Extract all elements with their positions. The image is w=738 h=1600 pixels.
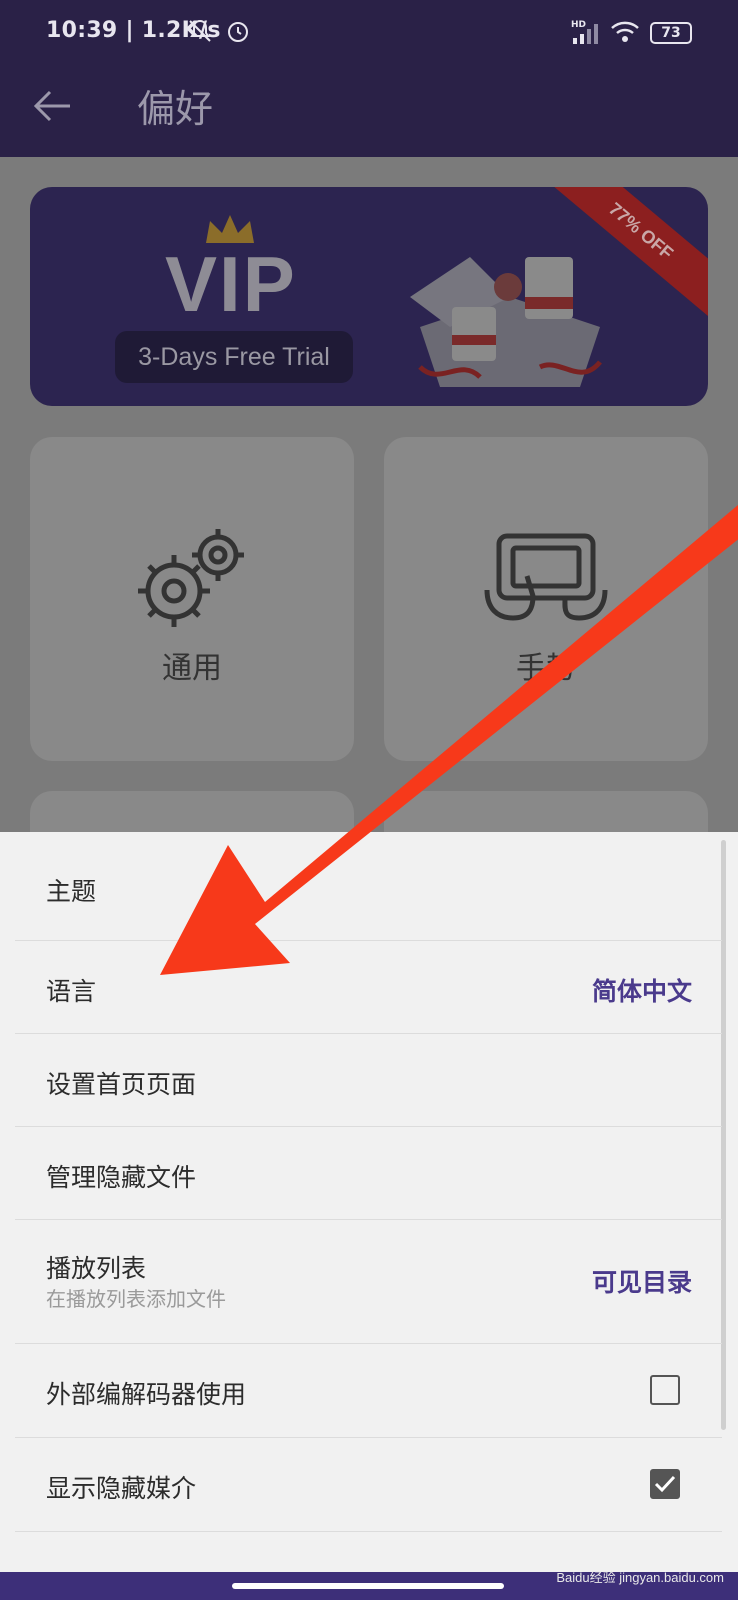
row-playlist-value: 可见目录 xyxy=(591,1268,692,1297)
settings-sheet: 主题 语言 简体中文 设置首页页面 管理隐藏文件 播放列表 在播放列表添加文件 … xyxy=(0,832,738,1572)
checkmark-icon xyxy=(654,1475,676,1493)
free-trial-button[interactable]: 3-Days Free Trial xyxy=(115,331,353,383)
row-home-page-label: 设置首页页面 xyxy=(46,1070,197,1099)
row-theme-label: 主题 xyxy=(46,877,97,906)
signal-icon xyxy=(573,24,598,44)
battery-level: 73 xyxy=(661,25,681,41)
row-theme[interactable]: 主题 xyxy=(15,832,722,941)
row-show-hidden-media-label: 显示隐藏媒介 xyxy=(46,1474,197,1503)
tile-general[interactable]: 通用 xyxy=(30,437,354,761)
battery-icon: 73 xyxy=(650,22,692,44)
row-language-value: 简体中文 xyxy=(591,977,692,1006)
gesture-icon xyxy=(484,533,608,621)
row-playlist-label: 播放列表 xyxy=(46,1254,147,1283)
tile-gesture[interactable]: 手势 xyxy=(384,437,708,761)
row-playlist[interactable]: 播放列表 在播放列表添加文件 可见目录 xyxy=(15,1219,722,1344)
row-partial[interactable] xyxy=(15,1531,722,1572)
row-playlist-sublabel: 在播放列表添加文件 xyxy=(46,1287,226,1311)
vip-label: VIP xyxy=(165,240,297,328)
home-handle[interactable] xyxy=(232,1583,504,1589)
row-language-label: 语言 xyxy=(46,977,97,1006)
row-language[interactable]: 语言 简体中文 xyxy=(15,940,722,1034)
wifi-icon xyxy=(611,21,639,42)
row-external-codec-label: 外部编解码器使用 xyxy=(46,1380,247,1409)
top-bar: 10:39 | 1.2K/s HD 73 偏好 xyxy=(0,0,738,157)
mute-bell-icon xyxy=(189,19,211,42)
external-codec-checkbox[interactable] xyxy=(650,1375,680,1405)
show-hidden-media-checkbox[interactable] xyxy=(650,1469,680,1499)
page-title: 偏好 xyxy=(137,87,214,131)
alarm-icon xyxy=(228,22,248,42)
row-hidden-files-label: 管理隐藏文件 xyxy=(46,1163,197,1192)
row-external-codec[interactable]: 外部编解码器使用 xyxy=(15,1343,722,1438)
gift-box-illustration xyxy=(410,257,602,387)
row-home-page[interactable]: 设置首页页面 xyxy=(15,1033,722,1127)
row-show-hidden-media[interactable]: 显示隐藏媒介 xyxy=(15,1437,722,1532)
status-bar: 10:39 | 1.2K/s HD 73 xyxy=(0,0,738,64)
watermark: Baidu经验 jingyan.baidu.com xyxy=(556,1570,724,1585)
row-hidden-files[interactable]: 管理隐藏文件 xyxy=(15,1126,722,1220)
gear-icon xyxy=(138,529,244,627)
tile-general-label: 通用 xyxy=(162,651,222,686)
back-arrow-icon[interactable] xyxy=(30,84,74,128)
vip-banner[interactable]: VIP 3-Days Free Trial 77% OFF xyxy=(30,187,708,406)
tile-gesture-label: 手势 xyxy=(516,651,576,686)
